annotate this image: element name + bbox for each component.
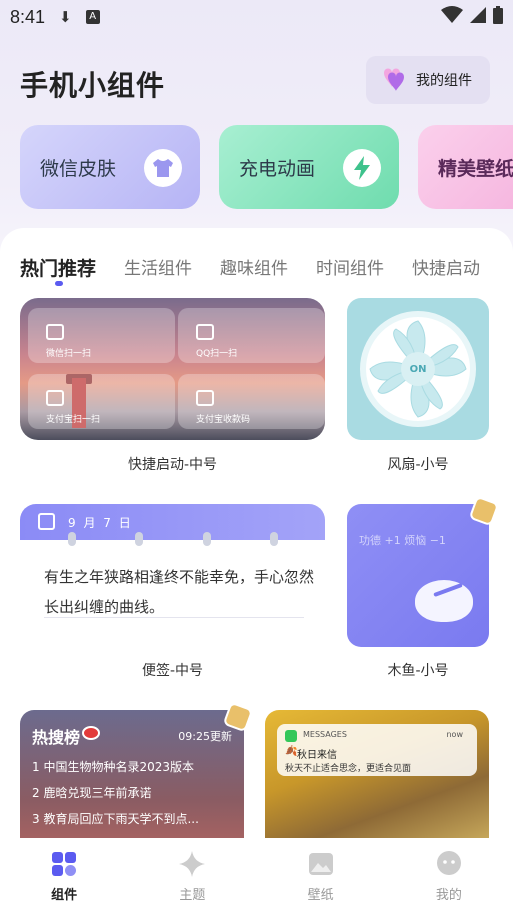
hot-search-title: 热搜榜 <box>32 728 81 747</box>
note-widget[interactable]: 9 月 7 日 有生之年狭路相逢终不能幸免，手心忽然长出纠缠的曲线。 <box>20 504 325 647</box>
wechat-scan-button[interactable]: 微信扫一扫 <box>28 308 175 363</box>
fan-label: 风扇-小号 <box>387 457 449 473</box>
quick-launch-label: 快捷启动-中号 <box>127 457 218 473</box>
signal-icon <box>469 6 487 28</box>
hot-search-item[interactable]: 2 鹿晗兑现三年前承诺 <box>32 784 151 801</box>
lightning-icon <box>343 149 381 187</box>
download-icon: ⬇ <box>59 8 72 26</box>
tab-life-widgets[interactable]: 生活组件 <box>124 254 192 281</box>
message-time: now <box>446 730 463 739</box>
nav-themes-label: 主题 <box>179 888 206 903</box>
wechat-skin-label: 微信皮肤 <box>40 157 117 180</box>
hot-search-item[interactable]: 1 中国生物物种名录2023版本 <box>32 758 194 775</box>
wallpaper-label: 精美壁纸 <box>438 157 513 180</box>
fan-widget[interactable]: ON <box>347 298 489 440</box>
charging-animation-label: 充电动画 <box>239 157 316 180</box>
page-title: 手机小组件 <box>20 69 166 102</box>
my-widgets-button[interactable]: 我的组件 <box>366 56 490 104</box>
scan-icon <box>196 324 214 340</box>
scan-icon <box>46 324 64 340</box>
messages-app-icon <box>285 730 297 742</box>
main-panel: 热门推荐 生活组件 趣味组件 时间组件 快捷启动 微信扫一扫 QQ扫一扫 支付宝… <box>0 228 513 838</box>
nav-wallpapers-label: 壁纸 <box>307 888 334 903</box>
nav-wallpapers[interactable]: 壁纸 <box>257 838 385 912</box>
nav-profile[interactable]: 我的 <box>385 838 513 912</box>
merit-counter: 功德 +1 烦恼 −1 <box>359 534 446 547</box>
category-tabs: 热门推荐 生活组件 趣味组件 时间组件 快捷启动 <box>20 254 508 281</box>
weibo-icon <box>82 726 100 740</box>
qq-scan-label: QQ扫一扫 <box>196 349 238 359</box>
hot-search-item[interactable]: 3 教育局回应下雨天学不到点... <box>32 810 199 827</box>
note-divider <box>44 617 304 618</box>
scan-icon <box>46 390 64 406</box>
hot-search-time: 09:25更新 <box>178 730 232 743</box>
alipay-receive-button[interactable]: 支付宝收款码 <box>178 374 325 429</box>
widgets-grid-icon <box>50 850 78 878</box>
message-widget[interactable]: MESSAGES now 🍂 秋日来信 秋天不止适合思念，更适合见面 <box>265 710 489 838</box>
tshirt-icon <box>144 149 182 187</box>
note-date: 9 月 7 日 <box>68 516 133 530</box>
binder-ring <box>68 532 76 546</box>
nav-widgets-label: 组件 <box>51 888 78 903</box>
theme-star-icon <box>178 850 206 878</box>
wooden-fish-widget[interactable]: 功德 +1 烦恼 −1 <box>347 504 489 647</box>
nav-widgets[interactable]: 组件 <box>0 838 128 912</box>
binder-ring <box>203 532 211 546</box>
tab-fun-widgets[interactable]: 趣味组件 <box>220 254 288 281</box>
message-notification: MESSAGES now 🍂 秋日来信 秋天不止适合思念，更适合见面 <box>277 724 477 776</box>
wooden-fish-icon[interactable] <box>415 580 473 622</box>
top-category-cards: 微信皮肤 充电动画 精美壁纸 <box>20 125 513 209</box>
fan-on-button[interactable]: ON <box>401 352 435 386</box>
alipay-receive-label: 支付宝收款码 <box>196 415 251 425</box>
wifi-icon <box>441 6 463 28</box>
notification-a-icon: A <box>85 10 100 24</box>
note-label: 便签-中号 <box>141 663 204 679</box>
message-app-name: MESSAGES <box>303 730 347 739</box>
tab-indicator <box>55 281 63 286</box>
qq-scan-button[interactable]: QQ扫一扫 <box>178 308 325 363</box>
hot-search-widget[interactable]: 热搜榜 09:25更新 1 中国生物物种名录2023版本 2 鹿晗兑现三年前承诺… <box>20 710 244 838</box>
note-text: 有生之年狭路相逢终不能幸免，手心忽然长出纠缠的曲线。 <box>44 568 315 616</box>
heart-icon <box>376 65 412 95</box>
binder-ring <box>270 532 278 546</box>
wechat-scan-label: 微信扫一扫 <box>46 349 92 359</box>
app-header: 手机小组件 我的组件 <box>20 56 495 108</box>
tab-hot-recommend[interactable]: 热门推荐 <box>20 254 96 281</box>
message-title: 秋日来信 <box>297 750 337 761</box>
status-bar: 8:41 ⬇ A <box>0 0 513 34</box>
tab-time-widgets[interactable]: 时间组件 <box>316 254 384 281</box>
nav-themes[interactable]: 主题 <box>128 838 256 912</box>
qr-code-icon <box>196 390 214 406</box>
message-body: 秋天不止适合思念，更适合见面 <box>285 764 412 774</box>
battery-icon <box>493 6 503 28</box>
bottom-nav: 组件 主题 壁纸 我的 <box>0 838 513 912</box>
binder-ring <box>135 532 143 546</box>
tab-quick-launch[interactable]: 快捷启动 <box>412 254 480 281</box>
nav-profile-label: 我的 <box>435 888 462 903</box>
leaf-icon: 🍂 <box>285 746 298 757</box>
calendar-icon <box>38 513 55 530</box>
wechat-skin-card[interactable]: 微信皮肤 <box>20 125 200 209</box>
alipay-scan-label: 支付宝扫一扫 <box>46 415 101 425</box>
note-header: 9 月 7 日 <box>20 504 325 540</box>
wallpaper-image-icon <box>307 850 335 878</box>
profile-face-icon <box>435 850 463 878</box>
charging-animation-card[interactable]: 充电动画 <box>219 125 399 209</box>
wallpaper-card[interactable]: 精美壁纸 <box>418 125 513 209</box>
alipay-scan-button[interactable]: 支付宝扫一扫 <box>28 374 175 429</box>
my-widgets-label: 我的组件 <box>416 73 472 89</box>
wooden-fish-label: 木鱼-小号 <box>387 663 449 679</box>
quick-launch-widget[interactable]: 微信扫一扫 QQ扫一扫 支付宝扫一扫 支付宝收款码 <box>20 298 325 440</box>
status-time: 8:41 <box>10 6 46 27</box>
